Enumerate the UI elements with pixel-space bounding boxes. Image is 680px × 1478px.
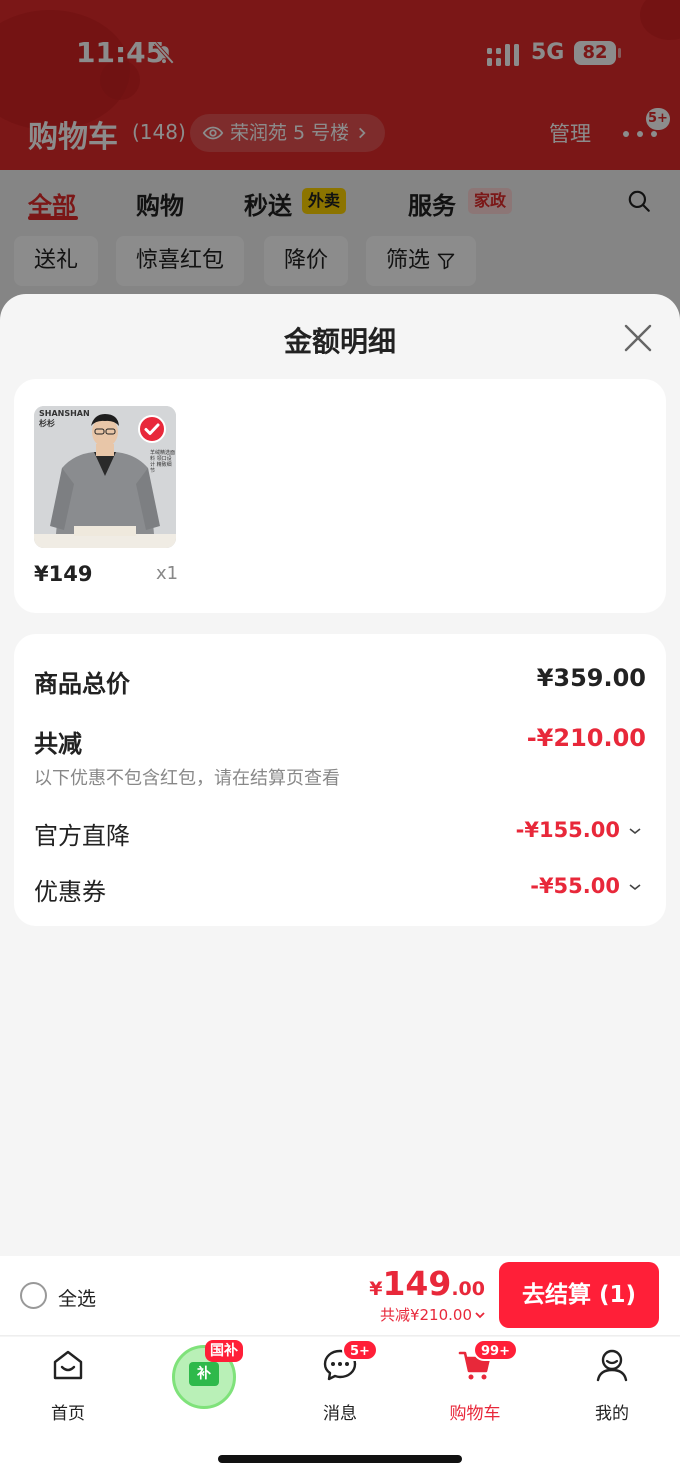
nav-cart-label: 购物车 [449, 1404, 501, 1424]
subsidy-badge: 国补 [205, 1340, 243, 1362]
sheet-title: 金额明细 [283, 325, 396, 358]
chevron-down-icon[interactable] [628, 826, 642, 836]
selected-check-icon[interactable] [138, 415, 166, 443]
discount-note: 以下优惠不包含红包，请在结算页查看 [34, 768, 340, 789]
product-card: SHANSHAN 杉杉 羊绒精选面料 领口设计 精致细节 ¥149 x1 [14, 379, 666, 613]
select-all-label[interactable]: 全选 [58, 1284, 96, 1311]
cart-badge: 99+ [473, 1339, 518, 1361]
product-image[interactable]: SHANSHAN 杉杉 羊绒精选面料 领口设计 精致细节 [34, 406, 176, 548]
subsidy-cart-icon: 补 [189, 1362, 219, 1386]
home-indicator [218, 1455, 462, 1463]
total-price: ¥149.00 [369, 1264, 485, 1303]
reduce-value: -¥210.00 [526, 724, 646, 752]
product-brand-cn: 杉杉 [39, 419, 55, 428]
nav-home[interactable]: 首页 [18, 1345, 118, 1424]
profile-icon [596, 1349, 628, 1382]
product-brand: SHANSHAN 杉杉 [39, 409, 90, 429]
item-price: ¥149 [34, 562, 93, 586]
price-detail-sheet: 金额明细 SHANSHAN 杉杉 羊绒精选面料 领口设计 精致细节 ¥149 x… [0, 294, 680, 1256]
product-image-note: 羊绒精选面料 领口设计 精致细节 [150, 450, 176, 474]
price-integer: 149 [382, 1264, 452, 1303]
select-all-radio[interactable] [20, 1282, 47, 1309]
total-label: 商品总价 [34, 670, 130, 698]
nav-messages[interactable]: 5+ 消息 [290, 1339, 390, 1424]
nav-mine[interactable]: 我的 [562, 1345, 662, 1424]
total-value: ¥359.00 [536, 664, 646, 692]
chevron-down-icon [475, 1311, 485, 1318]
messages-badge: 5+ [342, 1339, 378, 1361]
reduce-label: 共减 [34, 730, 82, 758]
coupon-value[interactable]: -¥55.00 [530, 874, 620, 898]
home-icon [53, 1350, 83, 1380]
currency-symbol: ¥ [369, 1278, 383, 1300]
chevron-down-icon[interactable] [628, 882, 642, 892]
checkout-button[interactable]: 去结算 (1) [499, 1262, 659, 1328]
checkout-bar: 全选 ¥149.00 共减¥210.00 去结算 (1) [0, 1256, 680, 1336]
close-icon[interactable] [620, 320, 656, 356]
bottom-nav: 首页 补 国补 5+ 消息 99+ 购物车 我的 [0, 1337, 680, 1478]
official-discount-value[interactable]: -¥155.00 [516, 818, 620, 842]
nav-cart[interactable]: 99+ 购物车 [425, 1339, 525, 1424]
product-brand-en: SHANSHAN [39, 409, 90, 418]
saving-text: 共减¥210.00 [379, 1306, 472, 1324]
item-quantity: x1 [156, 563, 179, 584]
nav-home-label: 首页 [51, 1404, 85, 1424]
price-decimal: .00 [451, 1278, 485, 1300]
price-summary-card: 商品总价 ¥359.00 共减 -¥210.00 以下优惠不包含红包，请在结算页… [14, 634, 666, 926]
official-discount-label: 官方直降 [34, 822, 130, 850]
nav-messages-label: 消息 [323, 1404, 357, 1424]
nav-mine-label: 我的 [595, 1404, 629, 1424]
modal-overlay[interactable] [0, 0, 680, 320]
saving-summary[interactable]: 共减¥210.00 [380, 1304, 486, 1325]
coupon-label: 优惠券 [34, 878, 106, 906]
